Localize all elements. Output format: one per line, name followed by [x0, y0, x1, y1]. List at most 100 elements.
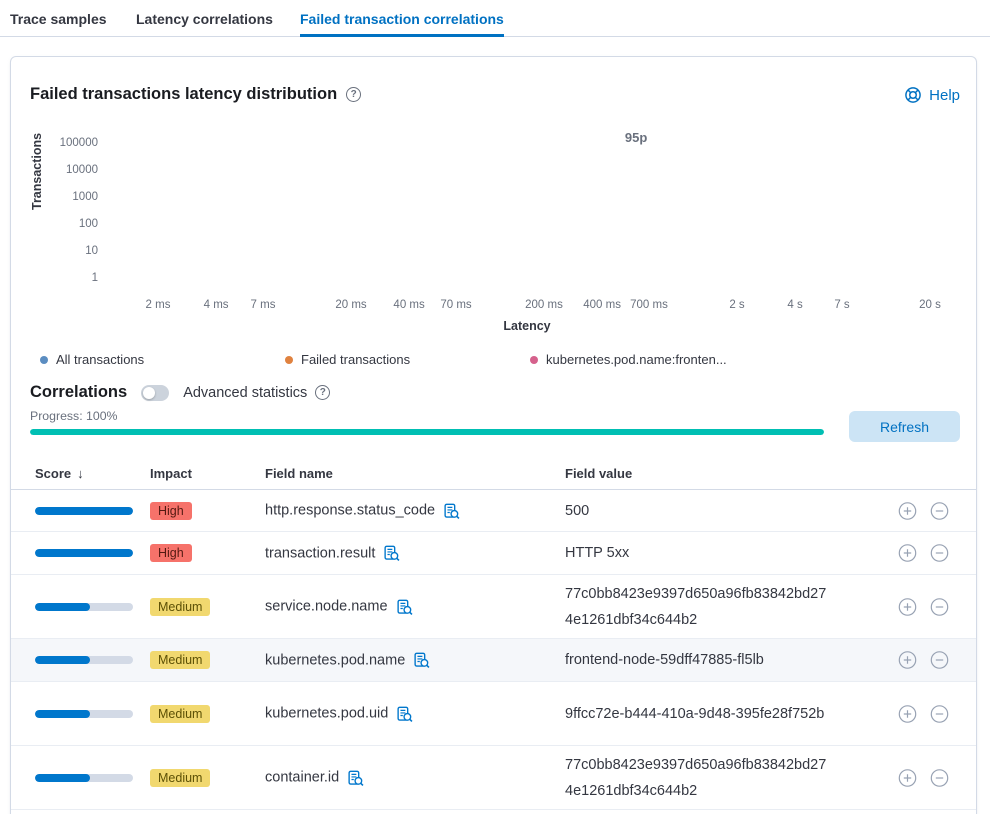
- toggle-knob: [143, 387, 155, 399]
- question-in-circle-icon[interactable]: ?: [346, 87, 361, 102]
- include-filter-button[interactable]: [898, 544, 917, 563]
- inspect-field-stats-icon[interactable]: [413, 652, 430, 669]
- inspect-field-stats-icon[interactable]: [396, 705, 413, 722]
- inspect-field-stats-icon[interactable]: [396, 598, 413, 615]
- impact-badge: Medium: [150, 651, 210, 669]
- field-name-text: container.id: [265, 770, 339, 786]
- help-link[interactable]: Help: [904, 86, 960, 104]
- inspect-field-stats-icon[interactable]: [347, 769, 364, 786]
- score-bar: [35, 549, 133, 557]
- x-tick-label: 20 ms: [335, 299, 366, 311]
- refresh-button[interactable]: Refresh: [849, 411, 960, 442]
- score-bar: [35, 507, 133, 515]
- legend-dot-icon: [530, 356, 538, 364]
- legend-label: Failed transactions: [301, 352, 410, 367]
- legend-item[interactable]: kubernetes.pod.name:fronten...: [530, 352, 727, 367]
- column-header-score[interactable]: Score↓: [35, 466, 84, 481]
- legend-item[interactable]: Failed transactions: [285, 352, 410, 367]
- score-bar: [35, 710, 133, 718]
- lifebuoy-help-icon: [904, 86, 922, 104]
- x-tick-label: 20 s: [919, 299, 941, 311]
- exclude-filter-button[interactable]: [930, 651, 949, 670]
- field-name-text: kubernetes.pod.uid: [265, 706, 388, 722]
- include-filter-button[interactable]: [898, 597, 917, 616]
- x-tick-label: 2 ms: [146, 299, 171, 311]
- inspect-field-stats-icon[interactable]: [443, 502, 460, 519]
- inspect-field-stats-icon[interactable]: [383, 545, 400, 562]
- include-filter-button[interactable]: [898, 768, 917, 787]
- include-filter-button[interactable]: [898, 651, 917, 670]
- question-in-circle-icon[interactable]: ?: [315, 385, 330, 400]
- exclude-filter-button[interactable]: [930, 501, 949, 520]
- advanced-statistics-toggle[interactable]: [141, 385, 169, 401]
- exclude-filter-button[interactable]: [930, 597, 949, 616]
- legend-dot-icon: [285, 356, 293, 364]
- tab-trace-samples[interactable]: Trace samples: [10, 0, 107, 37]
- score-bar: [35, 603, 133, 611]
- x-tick-label: 700 ms: [630, 299, 668, 311]
- tab-failed-transaction-correlations[interactable]: Failed transaction correlations: [300, 0, 504, 37]
- sort-descending-icon: ↓: [77, 466, 84, 481]
- score-bar-fill: [35, 656, 90, 664]
- progress-bar: [30, 429, 824, 435]
- score-bar-fill: [35, 774, 90, 782]
- score-bar-fill: [35, 603, 90, 611]
- field-name-text: transaction.result: [265, 545, 375, 561]
- field-value: 77c0bb8423e9397d650a96fb83842bd274e1261d…: [565, 752, 827, 804]
- table-header: Score↓ImpactField nameField value: [11, 458, 976, 490]
- x-tick-label: 4 s: [787, 299, 802, 311]
- x-tick-label: 70 ms: [440, 299, 471, 311]
- score-bar: [35, 774, 133, 782]
- x-tick-label: 400 ms: [583, 299, 621, 311]
- legend-label: All transactions: [56, 352, 144, 367]
- correlation-row-transaction-result: Hightransaction.resultHTTP 5xx: [11, 532, 976, 575]
- field-name: kubernetes.pod.uid: [265, 705, 413, 722]
- x-tick-label: 4 ms: [204, 299, 229, 311]
- y-tick-label: 10: [38, 245, 98, 257]
- panel-title-text: Failed transactions latency distribution: [30, 85, 337, 104]
- panel-title: Failed transactions latency distribution…: [30, 85, 361, 104]
- x-axis-title: Latency: [503, 319, 550, 333]
- progress-bar-fill: [30, 429, 824, 435]
- field-value: 9ffcc72e-b444-410a-9d48-395fe28f752b: [565, 701, 827, 727]
- field-value: 500: [565, 498, 827, 524]
- field-name: container.id: [265, 769, 364, 786]
- field-name-text: service.node.name: [265, 599, 388, 615]
- y-tick-label: 1: [38, 272, 98, 284]
- score-bar-fill: [35, 507, 133, 515]
- include-filter-button[interactable]: [898, 704, 917, 723]
- field-value: 77c0bb8423e9397d650a96fb83842bd274e1261d…: [565, 581, 827, 633]
- column-header-field-name: Field name: [265, 466, 333, 481]
- score-bar-fill: [35, 710, 90, 718]
- x-tick-label: 7 s: [834, 299, 849, 311]
- legend-item[interactable]: All transactions: [40, 352, 144, 367]
- correlation-row-container-id: Mediumcontainer.id77c0bb8423e9397d650a96…: [11, 746, 976, 810]
- legend-dot-icon: [40, 356, 48, 364]
- exclude-filter-button[interactable]: [930, 768, 949, 787]
- tab-bar: Trace samples Latency correlations Failed …: [0, 0, 990, 37]
- progress-label: Progress: 100%: [30, 409, 118, 423]
- x-tick-label: 2 s: [729, 299, 744, 311]
- tab-latency-correlations[interactable]: Latency correlations: [136, 0, 273, 37]
- include-filter-button[interactable]: [898, 501, 917, 520]
- impact-badge: Medium: [150, 598, 210, 616]
- field-name-text: kubernetes.pod.name: [265, 652, 405, 668]
- field-name-text: http.response.status_code: [265, 503, 435, 519]
- exclude-filter-button[interactable]: [930, 544, 949, 563]
- chart-legend: All transactions Failed transactions kuber…: [0, 352, 990, 370]
- correlation-row-kubernetes-pod-name: Medium kubernetes.pod.name frontend-node-5…: [11, 639, 976, 682]
- legend-label: kubernetes.pod.name:fronten...: [546, 352, 727, 367]
- y-tick-label: 100: [38, 218, 98, 230]
- x-tick-label: 200 ms: [525, 299, 563, 311]
- y-tick-label: 100000: [38, 137, 98, 149]
- advanced-statistics-label-text: Advanced statistics: [183, 385, 307, 401]
- failed-transaction-correlations-page: Trace samples Latency correlations Failed …: [0, 0, 990, 814]
- correlation-row-http-response-status-code: High http.response.status_code 500: [11, 490, 976, 532]
- field-value: frontend-node-59dff47885-fl5lb: [565, 647, 827, 673]
- field-name: http.response.status_code: [265, 502, 460, 519]
- exclude-filter-button[interactable]: [930, 704, 949, 723]
- impact-badge: High: [150, 502, 192, 520]
- help-link-label: Help: [929, 87, 960, 104]
- advanced-statistics-label: Advanced statistics ?: [183, 385, 330, 401]
- percentile-annotation-label: 95p: [625, 130, 647, 145]
